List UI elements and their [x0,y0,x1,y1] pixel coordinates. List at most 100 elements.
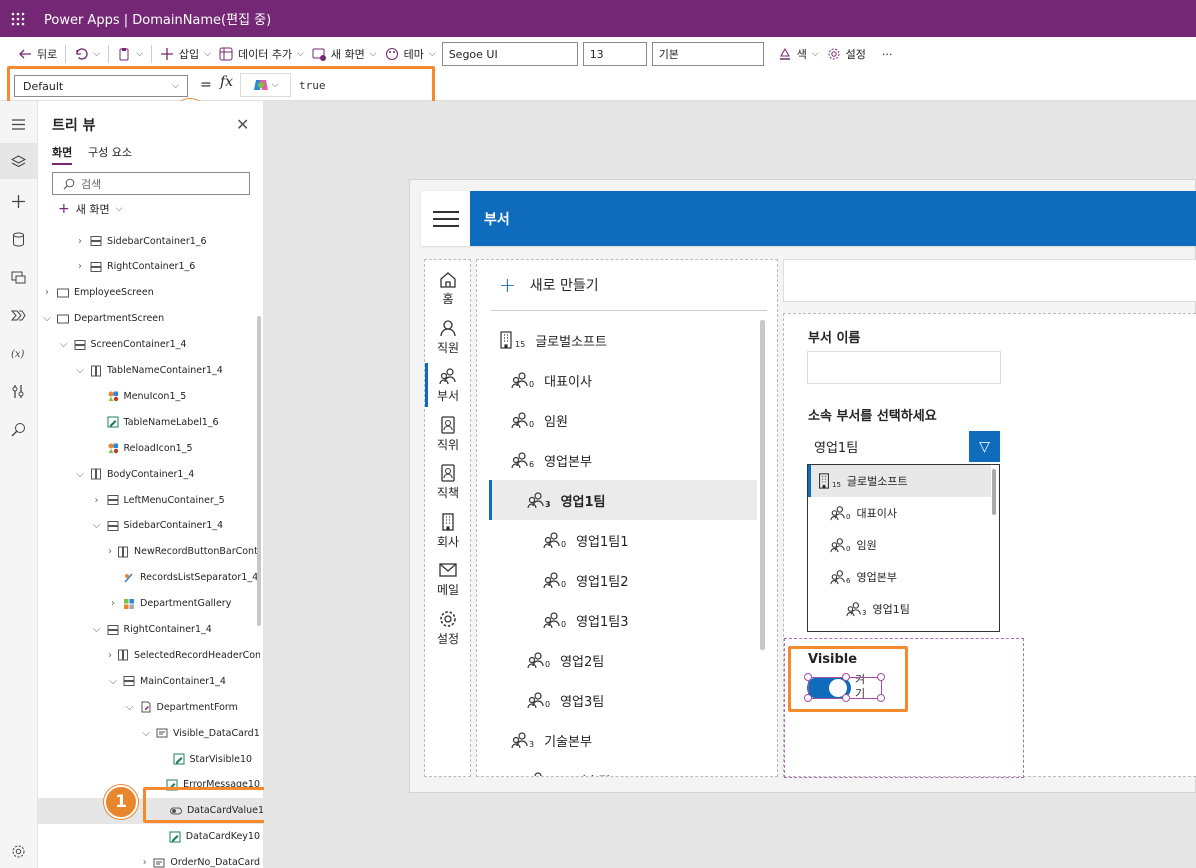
settings-button[interactable]: 설정 [823,42,870,66]
tree-node[interactable]: ⌵ DepartmentForm [125,694,261,720]
chevron-right-icon[interactable]: › [92,495,102,506]
tree-node[interactable]: ⌵ DepartmentScreen [42,306,260,332]
dropdown-toggle-button[interactable]: ▽ [969,431,1000,462]
tree-node[interactable]: › SelectedRecordHeaderCon [108,642,260,668]
paste-button[interactable]: ⌵ [113,42,147,66]
tree-node[interactable]: ⌵ SidebarContainer1_4 [92,513,261,539]
list-item[interactable]: 0 영업2팀 [477,640,757,680]
chevron-right-icon[interactable]: › [42,287,52,298]
new-screen-tree-button[interactable]: + 새 화면 ⌵ [58,201,122,217]
tree-node[interactable]: › DepartmentGallery [108,591,260,617]
new-record-button[interactable]: + 새로 만들기 [499,273,599,297]
tree-node[interactable]: › NewRecordButtonBarConta [108,539,260,565]
app-launcher-icon[interactable] [0,0,36,37]
dropdown-option[interactable]: 0 임원 [808,529,991,561]
theme-button[interactable]: 테마 ⌵ [381,42,440,66]
chevron-down-icon[interactable]: ⌵ [75,469,85,480]
nav-item[interactable]: 직책 [425,464,471,501]
tree-node[interactable]: ⌵ BodyContainer1_4 [75,461,260,487]
tree-node[interactable]: MenuIcon1_5 [92,383,261,409]
list-item[interactable]: 3 영업1팀 [489,480,757,520]
list-item[interactable]: MS기술팀 [477,760,757,776]
list-item[interactable]: 6 영업본부 [477,440,757,480]
tree-node[interactable]: › RightContainer1_6 [75,254,260,280]
tab-components[interactable]: 구성 요소 [88,144,132,160]
add-data-button[interactable]: 데이터 추가 ⌵ [215,42,308,66]
nav-item[interactable]: 직원 [425,319,471,356]
dropdown-option[interactable]: 6 영업본부 [808,561,991,593]
tree-node[interactable]: TableNameLabel1_6 [92,409,261,435]
list-item[interactable]: 0 영업1팀1 [477,520,757,560]
dropdown-scrollbar[interactable] [992,469,996,515]
list-item[interactable]: 0 영업3팀 [477,680,757,720]
tree-node[interactable]: › LeftMenuContainer_5 [92,487,261,513]
dropdown-option[interactable]: 0 대표이사 [808,497,991,529]
font-weight-select[interactable]: 기본 [651,42,764,66]
tree-node[interactable]: DataCardKey10 [158,824,260,850]
chevron-down-icon[interactable]: ⌵ [93,49,100,59]
dept-name-input[interactable] [807,351,1001,384]
font-size-input[interactable]: 13 [582,42,647,66]
list-item[interactable]: 0 영업1팀3 [477,600,757,640]
chevron-right-icon[interactable]: › [108,598,118,609]
nav-item[interactable]: 부서 [425,363,471,407]
tree-node[interactable]: ⌵ MainContainer1_4 [108,668,260,694]
data-button[interactable] [0,221,37,257]
insert-button[interactable]: 삽입 ⌵ [156,42,215,66]
chevron-down-icon[interactable]: ⌵ [42,313,52,324]
search-rail-button[interactable] [0,411,37,447]
list-item[interactable]: 0 대표이사 [477,360,757,400]
new-screen-button[interactable]: 새 화면 ⌵ [308,42,381,66]
dropdown-option[interactable]: 3 영업1팀 [808,593,991,625]
font-family-select[interactable]: Segoe UI [441,42,578,66]
list-item[interactable]: 15 글로벌소프트 [477,320,757,360]
chevron-down-icon[interactable]: ⌵ [59,339,69,350]
chevron-down-icon[interactable]: ⌵ [108,676,118,687]
chevron-down-icon[interactable]: ⌵ [75,365,85,376]
nav-item[interactable]: 회사 [425,512,471,550]
tree-view-button[interactable] [0,143,37,179]
chevron-down-icon[interactable]: ⌵ [92,520,102,531]
nav-item[interactable]: 메일 [425,561,471,598]
tree-node[interactable]: ⌵ RightContainer1_4 [92,617,261,643]
chevron-down-icon[interactable]: ⌵ [141,728,151,739]
advanced-tools-button[interactable] [0,373,37,409]
tree-node[interactable]: ⌵ TableNameContainer1_4 [75,358,260,384]
close-icon[interactable]: ✕ [236,115,249,134]
chevron-down-icon[interactable]: ⌵ [136,49,143,59]
dropdown-option[interactable]: 15 글로벌소프트 [808,465,991,497]
tree-node[interactable]: ReloadIcon1_5 [92,435,261,461]
nav-item[interactable]: 설정 [425,610,471,647]
tree-node[interactable]: › EmployeeScreen [42,280,260,306]
hamburger-icon[interactable] [431,206,461,230]
nav-item[interactable]: 직위 [425,415,471,453]
nav-item[interactable]: 홈 [425,270,471,307]
chevron-right-icon[interactable]: › [141,857,148,868]
chevron-right-icon[interactable]: › [108,546,112,557]
chevron-right-icon[interactable]: › [108,650,112,661]
tab-screens[interactable]: 화면 [52,144,73,165]
chevron-right-icon[interactable]: › [75,261,85,272]
chevron-right-icon[interactable]: › [75,236,85,247]
tree-node[interactable]: › SidebarContainer1_6 [75,228,260,254]
tree-node[interactable]: ⌵ Visible_DataCard1 [141,720,260,746]
settings-rail-button[interactable] [0,833,37,868]
tree-node[interactable]: RecordsListSeparator1_4 [108,565,260,591]
back-button[interactable]: 뒤로 [14,42,61,66]
list-item[interactable]: 0 영업1팀2 [477,560,757,600]
tree-node[interactable]: ⌵ ScreenContainer1_4 [59,332,261,358]
more-button[interactable]: ··· [878,42,897,66]
color-button[interactable]: 색 ⌵ [774,42,823,66]
gallery-scrollbar[interactable] [760,320,765,650]
variables-button[interactable]: (x) [0,335,37,371]
insert-rail-button[interactable] [0,183,37,219]
tree-scrollbar[interactable] [257,316,261,626]
list-item[interactable]: 0 임원 [477,400,757,440]
chevron-down-icon[interactable]: ⌵ [92,624,102,635]
undo-button[interactable]: ⌵ [70,42,104,66]
power-automate-button[interactable] [0,297,37,333]
chevron-down-icon[interactable]: ⌵ [125,702,135,713]
tree-node[interactable]: › OrderNo_DataCard [141,850,260,868]
media-button[interactable] [0,259,37,295]
list-item[interactable]: 3 기술본부 [477,720,757,760]
